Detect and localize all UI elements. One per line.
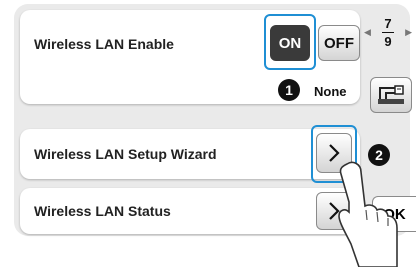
wireless-lan-value: None xyxy=(314,84,347,99)
machine-settings-button[interactable] xyxy=(370,77,412,113)
page-fraction: 7 9 xyxy=(382,17,394,48)
on-button[interactable]: ON xyxy=(270,25,310,61)
page-total: 9 xyxy=(384,33,392,49)
fraction-bar xyxy=(382,31,394,33)
page-current: 7 xyxy=(384,15,392,31)
page-indicator: ◀ 7 9 ▶ xyxy=(364,14,412,50)
sewing-machine-icon xyxy=(378,85,404,104)
wireless-lan-status-label: Wireless LAN Status xyxy=(34,203,171,219)
callout-badge-1: 1 xyxy=(278,79,300,101)
off-button[interactable]: OFF xyxy=(318,25,360,61)
wireless-lan-enable-label: Wireless LAN Enable xyxy=(34,36,174,52)
wireless-lan-setup-wizard-row[interactable]: Wireless LAN Setup Wizard xyxy=(20,129,360,179)
wireless-lan-status-row[interactable]: Wireless LAN Status xyxy=(20,188,360,234)
pointing-finger-icon xyxy=(338,161,398,267)
wireless-lan-setup-wizard-label: Wireless LAN Setup Wizard xyxy=(34,146,217,162)
triangle-right-icon[interactable]: ▶ xyxy=(405,27,412,38)
triangle-left-icon[interactable]: ◀ xyxy=(364,27,371,38)
